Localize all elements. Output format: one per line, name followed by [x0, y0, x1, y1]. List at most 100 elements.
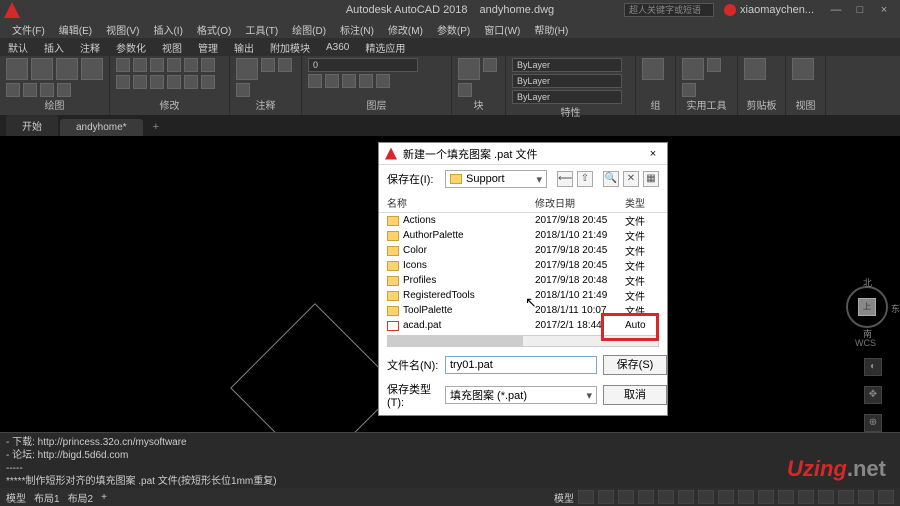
line-icon[interactable]	[6, 58, 28, 80]
rotate-icon[interactable]	[133, 58, 147, 72]
layer-combo[interactable]: 0	[308, 58, 418, 72]
close-button[interactable]: ×	[872, 2, 896, 18]
layer-icon[interactable]	[308, 74, 322, 88]
menu-edit[interactable]: 编辑(E)	[53, 22, 98, 37]
mirror-icon[interactable]	[201, 58, 215, 72]
nav-wheel-icon[interactable]: ◐	[864, 358, 882, 376]
util-icon[interactable]	[682, 83, 696, 97]
layer-icon[interactable]	[359, 74, 373, 88]
array-icon[interactable]	[184, 75, 198, 89]
ribbon-tab-addins[interactable]: 附加模块	[262, 40, 318, 55]
util-icon[interactable]	[707, 58, 721, 72]
menu-modify[interactable]: 修改(M)	[382, 22, 429, 37]
dim-icon[interactable]	[261, 58, 275, 72]
table-icon[interactable]	[236, 83, 250, 97]
menu-file[interactable]: 文件(F)	[6, 22, 51, 37]
delete-button[interactable]: ✕	[623, 171, 639, 187]
copy-icon[interactable]	[184, 58, 198, 72]
paste-icon[interactable]	[744, 58, 766, 80]
view-cube-face[interactable]: 上	[858, 298, 876, 316]
ribbon-tab-view[interactable]: 视图	[154, 40, 190, 55]
linetype-combo[interactable]: ByLayer	[512, 90, 622, 104]
help-search-input[interactable]: 超人关键字或短语	[624, 3, 714, 17]
views-button[interactable]: ▦	[643, 171, 659, 187]
move-icon[interactable]	[116, 58, 130, 72]
tab-add-layout[interactable]: +	[101, 492, 107, 503]
block-icon[interactable]	[458, 83, 472, 97]
menu-insert[interactable]: 插入(I)	[147, 22, 188, 37]
circle-icon[interactable]	[56, 58, 78, 80]
draw-icon[interactable]	[40, 83, 54, 97]
file-row[interactable]: RegisteredTools2018/1/10 21:49文件	[387, 288, 659, 303]
ribbon-tab-insert[interactable]: 插入	[36, 40, 72, 55]
layer-icon[interactable]	[376, 74, 390, 88]
status-icon[interactable]	[718, 490, 734, 504]
status-icon[interactable]	[838, 490, 854, 504]
mod-icon[interactable]	[133, 75, 147, 89]
status-icon[interactable]	[758, 490, 774, 504]
file-row[interactable]: Actions2017/9/18 20:45文件	[387, 213, 659, 228]
ribbon-tab-output[interactable]: 输出	[226, 40, 262, 55]
file-row[interactable]: Icons2017/9/18 20:45文件	[387, 258, 659, 273]
file-row[interactable]: ToolPalette2018/1/11 10:07文件	[387, 303, 659, 318]
color-combo[interactable]: ByLayer	[512, 58, 622, 72]
status-model[interactable]: 模型	[554, 490, 574, 505]
save-in-combo[interactable]: Support ▾	[445, 170, 547, 188]
status-icon[interactable]	[678, 490, 694, 504]
polar-toggle-icon[interactable]	[638, 490, 654, 504]
file-row[interactable]: Color2017/9/18 20:45文件	[387, 243, 659, 258]
maximize-button[interactable]: □	[848, 2, 872, 18]
status-icon[interactable]	[698, 490, 714, 504]
ribbon-tab-featured[interactable]: 精选应用	[357, 40, 413, 55]
polyline-icon[interactable]	[31, 58, 53, 80]
mod-icon[interactable]	[201, 75, 215, 89]
pan-icon[interactable]: ✥	[864, 386, 882, 404]
search-button[interactable]: 🔍	[603, 171, 619, 187]
grid-toggle-icon[interactable]	[578, 490, 594, 504]
stretch-icon[interactable]	[150, 75, 164, 89]
filename-input[interactable]	[445, 356, 597, 374]
ribbon-tab-default[interactable]: 默认	[0, 40, 36, 55]
measure-icon[interactable]	[682, 58, 704, 80]
layer-icon[interactable]	[325, 74, 339, 88]
arc-icon[interactable]	[81, 58, 103, 80]
text-icon[interactable]	[236, 58, 258, 80]
menu-draw[interactable]: 绘图(D)	[286, 22, 332, 37]
draw-icon[interactable]	[23, 83, 37, 97]
zoom-icon[interactable]: ⊕	[864, 414, 882, 432]
status-icon[interactable]	[738, 490, 754, 504]
status-icon[interactable]	[858, 490, 874, 504]
up-button[interactable]: ⇧	[577, 171, 593, 187]
file-row[interactable]: AuthorPalette2018/1/10 21:49文件	[387, 228, 659, 243]
menu-format[interactable]: 格式(O)	[191, 22, 237, 37]
col-type[interactable]: 类型	[625, 195, 659, 210]
menu-tools[interactable]: 工具(T)	[239, 22, 284, 37]
leader-icon[interactable]	[278, 58, 292, 72]
file-list-header[interactable]: 名称 修改日期 类型	[379, 193, 667, 213]
dialog-title-bar[interactable]: 新建一个填充图案 .pat 文件 ×	[379, 143, 667, 165]
view-icon[interactable]	[792, 58, 814, 80]
tab-model[interactable]: 模型	[6, 490, 26, 505]
save-button[interactable]: 保存(S)	[603, 355, 667, 375]
mod-icon[interactable]	[167, 58, 181, 72]
file-row[interactable]: acad.pat2017/2/1 18:44Auto	[387, 318, 659, 333]
menu-help[interactable]: 帮助(H)	[528, 22, 574, 37]
tab-add-button[interactable]: +	[145, 118, 167, 136]
col-name[interactable]: 名称	[387, 195, 535, 210]
snap-toggle-icon[interactable]	[598, 490, 614, 504]
trim-icon[interactable]	[150, 58, 164, 72]
status-icon[interactable]	[818, 490, 834, 504]
view-cube[interactable]: 上 北 东 南	[846, 286, 888, 328]
lineweight-combo[interactable]: ByLayer	[512, 74, 622, 88]
file-list[interactable]: Actions2017/9/18 20:45文件AuthorPalette201…	[379, 213, 667, 333]
dialog-close-button[interactable]: ×	[645, 148, 661, 160]
fillet-icon[interactable]	[116, 75, 130, 89]
tab-layout2[interactable]: 布局2	[68, 490, 94, 505]
user-menu[interactable]: xiaomaychen...	[724, 4, 814, 16]
status-icon[interactable]	[778, 490, 794, 504]
menu-dimension[interactable]: 标注(N)	[334, 22, 380, 37]
file-row[interactable]: Profiles2017/9/18 20:48文件	[387, 273, 659, 288]
osnap-toggle-icon[interactable]	[658, 490, 674, 504]
horizontal-scrollbar[interactable]	[387, 335, 659, 347]
tab-layout1[interactable]: 布局1	[34, 490, 60, 505]
